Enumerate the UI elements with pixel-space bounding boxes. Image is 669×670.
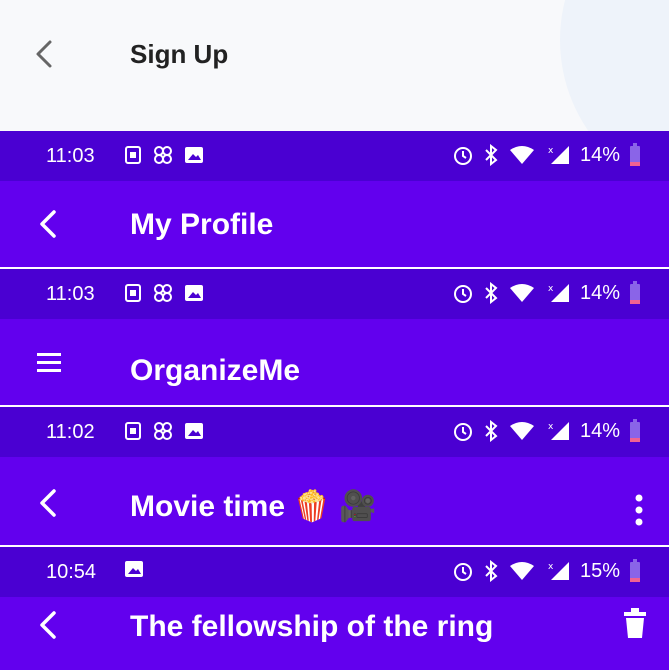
svg-text:x: x	[548, 146, 554, 156]
status-bar: 11:03 x 14%	[0, 269, 669, 319]
status-bar: 10:54 x 15%	[0, 547, 669, 597]
image-icon	[185, 423, 203, 439]
alarm-icon	[453, 147, 472, 165]
app-bar: Movie time 🍿 🎥	[0, 457, 669, 545]
signup-header: Sign Up	[0, 0, 669, 131]
menu-icon[interactable]	[34, 346, 64, 378]
status-time: 11:03	[46, 283, 95, 305]
svg-text:x: x	[548, 562, 554, 572]
battery-icon	[630, 281, 640, 304]
back-arrow-icon[interactable]	[30, 36, 60, 72]
trash-icon[interactable]	[622, 607, 648, 639]
back-arrow-icon[interactable]	[34, 609, 64, 641]
page-title: Movie time 🍿 🎥	[130, 490, 377, 523]
status-bar: 11:03 x 14%	[0, 131, 669, 181]
battery-percent: 15%	[579, 560, 620, 582]
fan-icon	[154, 422, 172, 440]
alarm-icon	[453, 563, 472, 581]
bluetooth-icon	[485, 282, 498, 304]
wifi-icon	[509, 146, 534, 164]
svg-text:x: x	[548, 422, 554, 432]
cell-signal-icon: x	[548, 562, 569, 580]
svg-text:x: x	[548, 284, 554, 294]
image-icon	[185, 147, 203, 163]
decorative-circle	[560, 0, 669, 131]
fan-icon	[154, 146, 172, 164]
sim-icon	[125, 284, 141, 302]
image-icon	[125, 561, 143, 577]
bluetooth-icon	[485, 144, 498, 166]
app-bar: The fellowship of the ring	[0, 597, 669, 670]
signup-title: Sign Up	[130, 39, 229, 69]
wifi-icon	[509, 422, 534, 440]
page-title: The fellowship of the ring	[130, 610, 494, 643]
sim-icon	[125, 146, 141, 164]
wifi-icon	[509, 284, 534, 302]
battery-icon	[630, 419, 640, 442]
status-time: 11:03	[46, 145, 95, 167]
battery-percent: 14%	[579, 144, 620, 166]
page-title: My Profile	[130, 208, 274, 241]
bluetooth-icon	[485, 560, 498, 582]
status-time: 11:02	[46, 421, 95, 443]
image-icon	[185, 285, 203, 301]
bluetooth-icon	[485, 420, 498, 442]
cell-signal-icon: x	[548, 422, 569, 440]
app-bar: My Profile	[0, 181, 669, 267]
back-arrow-icon[interactable]	[34, 208, 64, 240]
battery-icon	[630, 143, 640, 166]
battery-percent: 14%	[579, 282, 620, 304]
status-time: 10:54	[46, 561, 97, 583]
alarm-icon	[453, 423, 472, 441]
battery-icon	[630, 559, 640, 582]
wifi-icon	[509, 562, 534, 580]
status-bar: 11:02 x 14%	[0, 407, 669, 457]
app-bar: OrganizeMe	[0, 319, 669, 405]
sim-icon	[125, 422, 141, 440]
page-title: OrganizeMe	[130, 354, 301, 387]
cell-signal-icon: x	[548, 146, 569, 164]
back-arrow-icon[interactable]	[34, 487, 64, 519]
alarm-icon	[453, 285, 472, 303]
more-options-icon[interactable]	[634, 493, 644, 527]
cell-signal-icon: x	[548, 284, 569, 302]
fan-icon	[154, 284, 172, 302]
battery-percent: 14%	[579, 420, 620, 442]
